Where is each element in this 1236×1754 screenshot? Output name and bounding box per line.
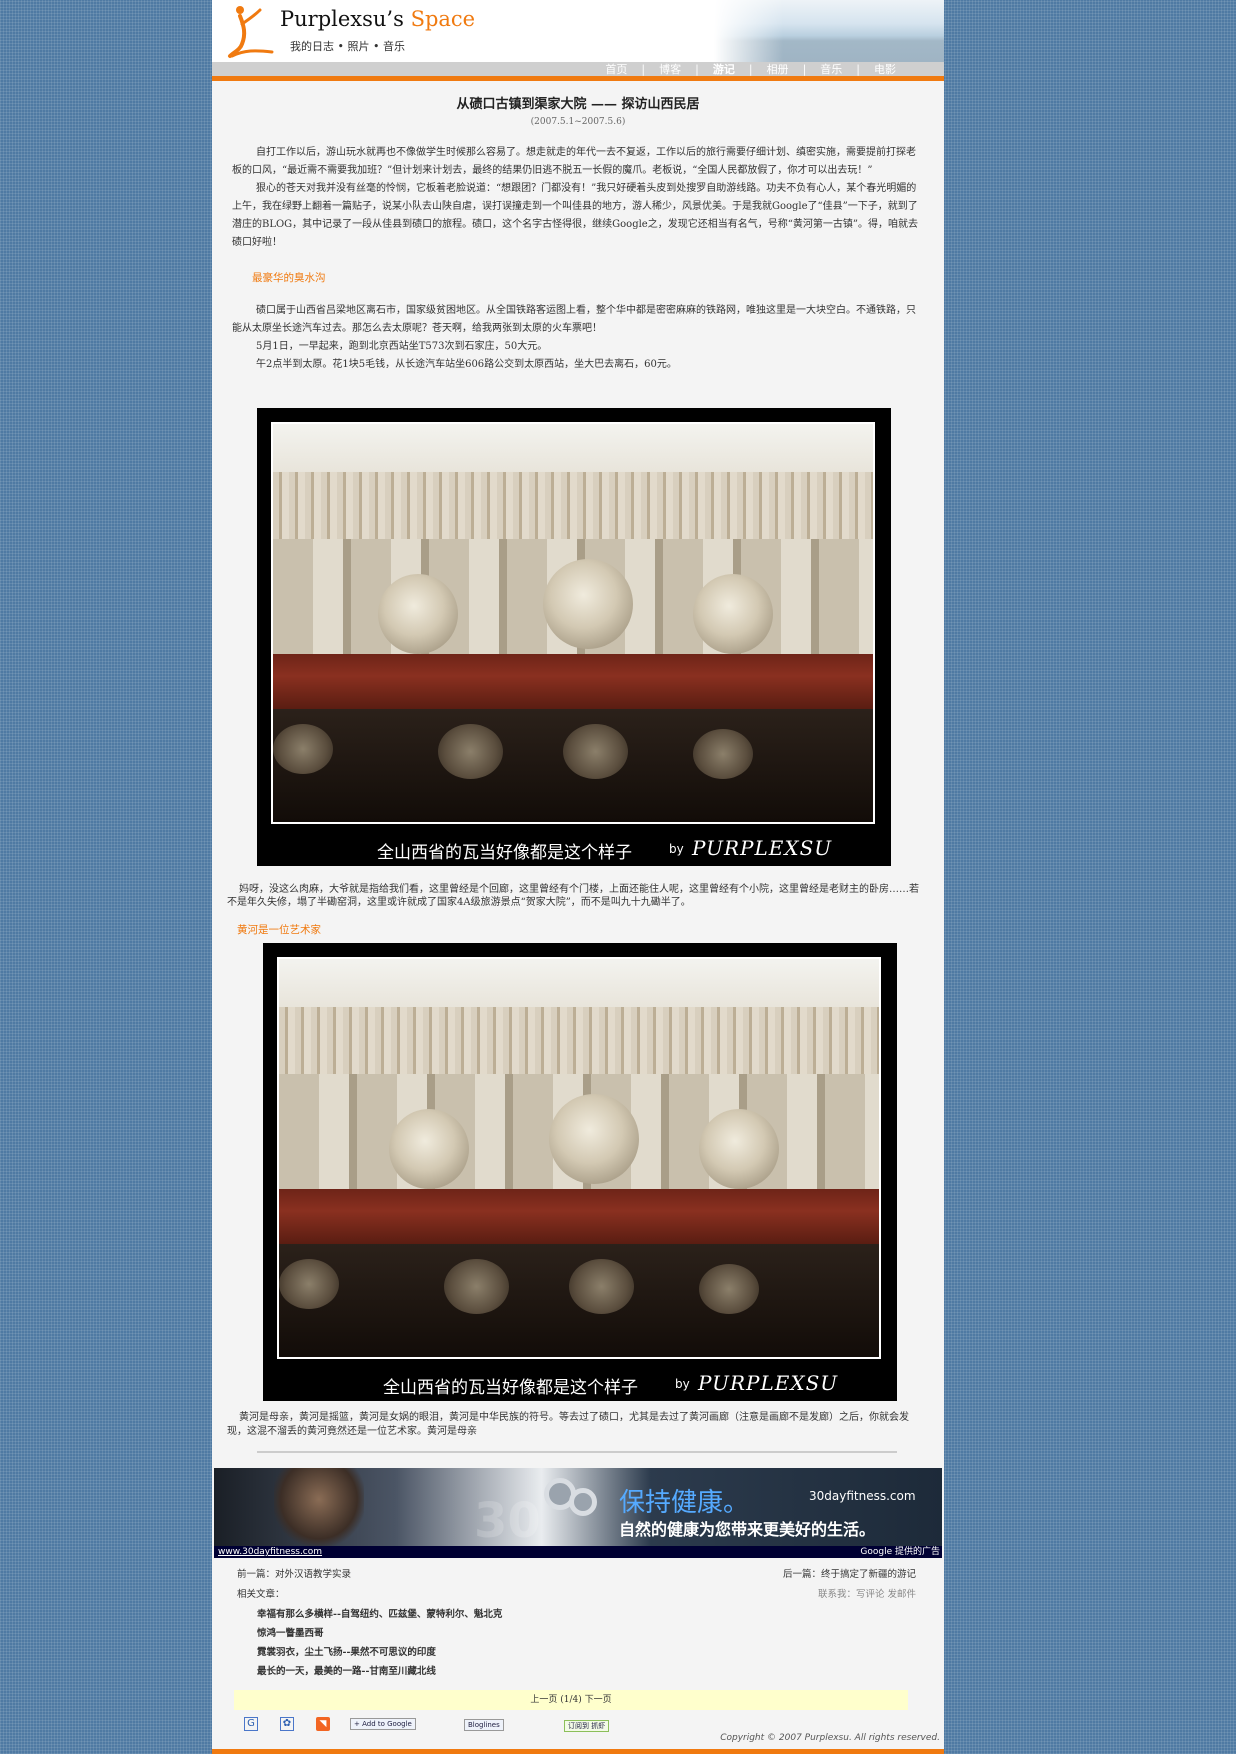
- photo-caption: 全山西省的瓦当好像都是这个样子 by PURPLEXSU: [257, 834, 891, 863]
- paragraph: 5月1日，一早起来，跑到北京西站坐T573次到石家庄，50大元。: [256, 341, 548, 352]
- article-photo[interactable]: 全山西省的瓦当好像都是这个样子 by PURPLEXSU: [263, 943, 897, 1401]
- google-ad-banner[interactable]: 30 保持健康。 30dayfitness.com 自然的健康为您带来更美好的生…: [214, 1468, 942, 1558]
- photo-frame: [277, 957, 881, 1359]
- photo-caption: 全山西省的瓦当好像都是这个样子 by PURPLEXSU: [263, 1369, 897, 1398]
- photo-caption-by: by: [675, 1377, 690, 1391]
- google-icon[interactable]: G: [244, 1717, 258, 1731]
- prev-post-link[interactable]: 前一篇：对外汉语教学实录: [237, 1566, 351, 1580]
- section-heading: 最豪华的臭水沟: [252, 272, 326, 284]
- contact-links[interactable]: 联系我：写评论 发邮件: [818, 1586, 916, 1600]
- related-label: 相关文章：: [237, 1589, 285, 1600]
- site-title-main: Purplexsu’s: [280, 7, 411, 31]
- site-title[interactable]: Purplexsu’s Space: [280, 7, 475, 31]
- main-nav: 首页 | 博客 | 游记 | 相册 | 音乐 | 电影: [212, 62, 944, 76]
- ad-subline: 自然的健康为您带来更美好的生活。: [619, 1520, 876, 1539]
- ad-url-link[interactable]: www.30dayfitness.com: [218, 1547, 322, 1557]
- copyright: Copyright © 2007 Purplexsu. All rights r…: [720, 1733, 940, 1743]
- ad-footer-bar: [214, 1546, 942, 1558]
- add-to-google-badge[interactable]: + Add to Google: [350, 1718, 416, 1730]
- photo-signature: PURPLEXSU: [692, 836, 833, 860]
- next-post-link[interactable]: 后一篇：终于搞定了新疆的游记: [783, 1566, 916, 1580]
- content-divider: [257, 1451, 897, 1453]
- nav-blog[interactable]: 博客: [645, 61, 695, 77]
- nav-home[interactable]: 首页: [591, 61, 641, 77]
- article-date: (2007.5.1~2007.5.6): [530, 117, 626, 127]
- article-title: 从碛口古镇到渠家大院 —— 探访山西民居: [456, 97, 700, 112]
- ad-big-number: 30: [474, 1493, 541, 1549]
- site-title-accent: Space: [410, 7, 476, 31]
- header-landscape-image: [714, 0, 944, 62]
- nav-music[interactable]: 音乐: [806, 61, 856, 77]
- photo-caption-text: 全山西省的瓦当好像都是这个样子: [383, 1378, 638, 1398]
- section-heading: 黄河是一位艺术家: [237, 924, 321, 936]
- site-subtitle: 我的日志 • 照片 • 音乐: [290, 40, 405, 53]
- dumbbell-icon: [569, 1488, 597, 1516]
- related-list: 幸福有那么多横样--自驾纽约、匹兹堡、蒙特利尔、魁北克 惊鸿一瞥墨西哥 霓裳羽衣…: [257, 1605, 502, 1681]
- photo-caption-text: 全山西省的瓦当好像都是这个样子: [377, 843, 632, 863]
- paragraph: 碛口属于山西省吕梁地区离石市，国家级贫困地区。从全国铁路客运图上看，整个华中都是…: [232, 305, 916, 334]
- related-link[interactable]: 霓裳羽衣，尘土飞扬--果然不可思议的印度: [257, 1643, 502, 1662]
- photo-signature: PURPLEXSU: [698, 1371, 839, 1395]
- ad-provider-link[interactable]: Google 提供的广告: [860, 1544, 940, 1557]
- ad-domain: 30dayfitness.com: [809, 1489, 916, 1503]
- related-link[interactable]: 最长的一天，最美的一路--甘南至川藏北线: [257, 1662, 502, 1681]
- ad-athlete-image: [274, 1468, 364, 1546]
- article-content: 从碛口古镇到渠家大院 —— 探访山西民居 (2007.5.1~2007.5.6)…: [212, 93, 944, 374]
- paragraph: 午2点半到太原。花1块5毛钱，从长途汽车站坐606路公交到太原西站，坐大巴去离石…: [256, 359, 677, 370]
- paragraph: 狠心的苍天对我并没有丝毫的怜悯，它板着老脸说道：“想跟团？门都没有！”我只好硬着…: [232, 183, 918, 248]
- rss-icon[interactable]: ◥: [316, 1717, 330, 1731]
- related-link[interactable]: 幸福有那么多横样--自驾纽约、匹兹堡、蒙特利尔、魁北克: [257, 1605, 502, 1624]
- zhuaxia-badge[interactable]: 订阅到 抓虾: [564, 1720, 610, 1732]
- paragraph: 妈呀，没这么肉麻，大爷就是指给我们看，这里曾经是个回廊，这里曾经有个门楼，上面还…: [227, 884, 919, 908]
- pagination[interactable]: 上一页 (1/4) 下一页: [234, 1690, 908, 1710]
- related-link[interactable]: 惊鸿一瞥墨西哥: [257, 1624, 502, 1643]
- paragraph: 自打工作以后，游山玩水就再也不像做学生时候那么容易了。想走就走的年代一去不复返，…: [232, 147, 916, 176]
- baidu-paw-icon[interactable]: ✿: [280, 1717, 294, 1731]
- nav-album[interactable]: 相册: [753, 61, 803, 77]
- nav-travel[interactable]: 游记: [699, 61, 749, 77]
- article-photo[interactable]: 全山西省的瓦当好像都是这个样子 by PURPLEXSU: [257, 408, 891, 866]
- ad-headline: 保持健康。: [619, 1488, 750, 1518]
- photo-frame: [271, 422, 875, 824]
- site-header: Purplexsu’s Space 我的日志 • 照片 • 音乐: [212, 0, 944, 62]
- photo-caption-by: by: [669, 842, 684, 856]
- nav-movie[interactable]: 电影: [860, 61, 910, 77]
- footer-accent-line: [212, 1749, 944, 1754]
- dancer-logo-icon[interactable]: [226, 0, 274, 60]
- bloglines-badge[interactable]: Bloglines: [464, 1719, 504, 1731]
- paragraph: 黄河是母亲，黄河是摇篮，黄河是女娲的眼泪，黄河是中华民族的符号。等去过了碛口，尤…: [227, 1412, 909, 1437]
- page-container: Purplexsu’s Space 我的日志 • 照片 • 音乐 首页 | 博客…: [212, 0, 944, 1754]
